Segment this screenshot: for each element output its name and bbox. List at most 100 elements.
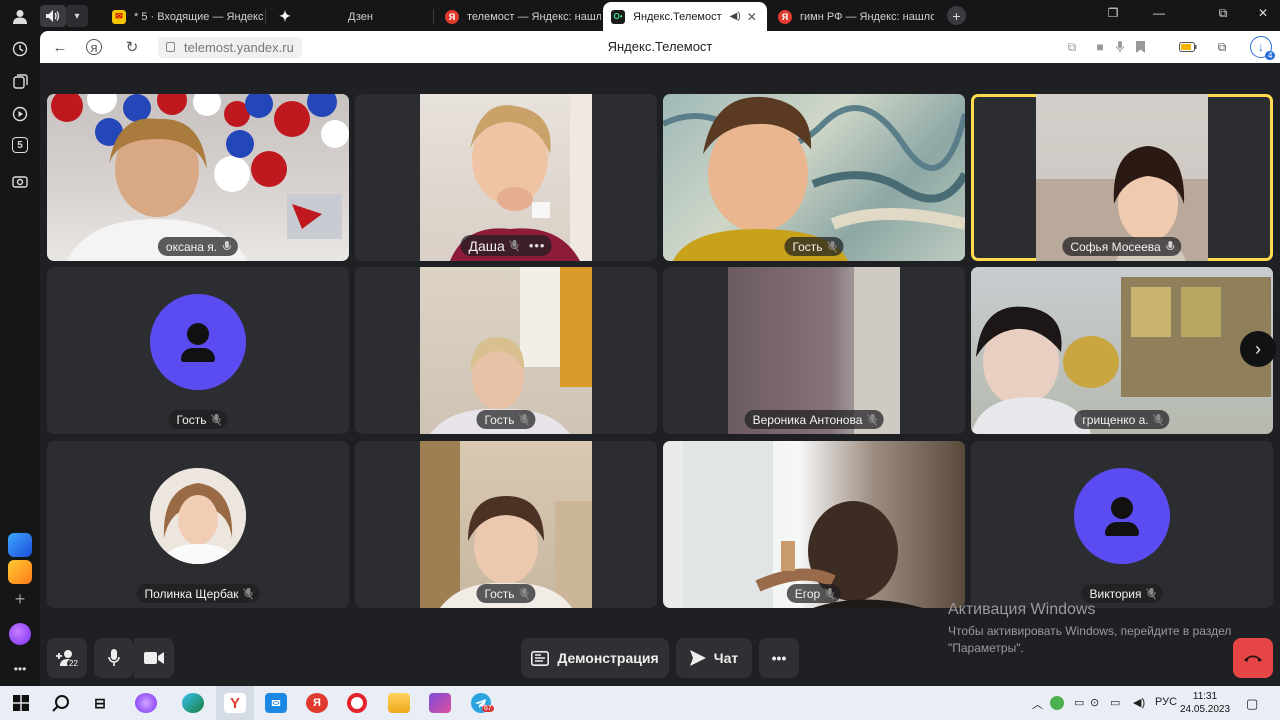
- alice-taskbar-icon[interactable]: [135, 693, 157, 713]
- edge-icon[interactable]: [182, 693, 204, 713]
- mail-taskbar-icon[interactable]: ✉: [265, 693, 287, 713]
- participant-name-label: Егор: [786, 584, 842, 603]
- back-icon[interactable]: ←: [50, 37, 70, 57]
- participant-name-label: Гость: [476, 410, 536, 429]
- participant-name-label: Гость: [168, 410, 228, 429]
- collections-icon[interactable]: [10, 71, 30, 91]
- participants-count-badge: 22: [67, 659, 80, 668]
- profile-photo: [150, 468, 246, 564]
- bookmark-icon[interactable]: [1132, 39, 1148, 55]
- profile-icon[interactable]: [8, 5, 32, 27]
- volume-icon[interactable]: ◀): [1133, 696, 1145, 709]
- participant-tile-speaking[interactable]: Софья Мосеева: [971, 94, 1273, 261]
- restore-icon[interactable]: ⧉: [1212, 6, 1234, 21]
- url-field[interactable]: telemost.yandex.ru: [158, 37, 302, 58]
- participant-tile[interactable]: Гость: [663, 94, 965, 261]
- sound-icon[interactable]: [40, 5, 66, 27]
- participant-tile[interactable]: Гость: [355, 267, 657, 434]
- add-app-icon[interactable]: +: [10, 589, 30, 609]
- participant-name-label: Гость: [476, 584, 536, 603]
- tab-telemost[interactable]: O• Яндекс.Телемост ◀) ✕: [603, 2, 767, 31]
- tab-zen[interactable]: ✦ Дзен: [270, 2, 434, 31]
- participant-tile[interactable]: Егор: [663, 441, 965, 608]
- media-app-icon[interactable]: [429, 693, 451, 713]
- minimize-icon[interactable]: —: [1148, 6, 1170, 20]
- participant-tile[interactable]: оксана я.: [47, 94, 349, 261]
- reload-icon[interactable]: ↻: [122, 37, 142, 57]
- participant-name-label: Даша •••: [460, 235, 552, 256]
- more-button[interactable]: •••: [759, 638, 799, 678]
- share-icon[interactable]: ⧉: [1064, 39, 1080, 55]
- system-clock[interactable]: 11:31 24.05.2023: [1180, 690, 1230, 716]
- battery-icon[interactable]: [1178, 39, 1198, 55]
- end-call-button[interactable]: [1233, 638, 1273, 678]
- history-icon[interactable]: [10, 39, 30, 59]
- url-text: telemost.yandex.ru: [184, 40, 294, 55]
- lock-icon: [166, 42, 175, 52]
- mic-permission-icon[interactable]: [1112, 39, 1128, 55]
- messenger-app-icon[interactable]: [8, 533, 32, 557]
- camera-permission-icon[interactable]: ■: [1092, 39, 1108, 55]
- network-icon[interactable]: ⊙: [1090, 696, 1099, 709]
- start-icon[interactable]: [10, 693, 32, 713]
- chat-button[interactable]: Чат: [676, 638, 752, 678]
- send-icon: [689, 650, 706, 666]
- new-tab-button[interactable]: +: [947, 6, 966, 25]
- tab-sound-icon[interactable]: ◀): [730, 11, 741, 22]
- mic-off-icon: [1146, 587, 1157, 600]
- extensions-icon[interactable]: ⧉: [1214, 39, 1230, 55]
- tab-search-anthem[interactable]: Я гимн РФ — Яндекс: нашлось: [770, 2, 934, 31]
- tab-manager-icon[interactable]: ❐: [1102, 6, 1124, 20]
- mic-off-icon: [1153, 413, 1164, 426]
- participant-more-icon[interactable]: •••: [529, 238, 546, 253]
- close-window-icon[interactable]: ✕: [1252, 6, 1274, 20]
- next-page-chevron-icon[interactable]: ›: [1240, 331, 1276, 367]
- yandex-home-icon[interactable]: я: [86, 39, 102, 55]
- address-bar: ← я ↻ telemost.yandex.ru Яндекс.Телемост…: [40, 31, 1280, 63]
- participant-tile[interactable]: Виктория: [971, 441, 1273, 608]
- language-indicator[interactable]: РУС: [1155, 696, 1177, 708]
- more-icon[interactable]: •••: [10, 659, 30, 679]
- participants-button[interactable]: [47, 638, 87, 678]
- participant-tile[interactable]: Даша •••: [355, 94, 657, 261]
- participant-tile[interactable]: Гость: [47, 267, 349, 434]
- hang-up-icon: [1244, 655, 1262, 662]
- participant-tile[interactable]: Вероника Антонова: [663, 267, 965, 434]
- camera-button[interactable]: [134, 638, 174, 678]
- participant-tile[interactable]: Полинка Щербак: [47, 441, 349, 608]
- notifications-icon[interactable]: ▢: [1246, 696, 1258, 712]
- mic-off-icon: [211, 413, 222, 426]
- browser-tab-strip: ▾ ✉ * 5 · Входящие — Яндекс Почта ✦ Дзен…: [0, 0, 1280, 31]
- search-icon[interactable]: [50, 693, 72, 713]
- tab-search-telemost[interactable]: Я телемост — Яндекс: нашлось: [437, 2, 601, 31]
- tab-title: телемост — Яндекс: нашлось: [467, 10, 601, 23]
- task-view-icon[interactable]: ⊟: [89, 693, 111, 713]
- mail-app-icon[interactable]: [8, 560, 32, 584]
- tray-overflow-chevron-icon[interactable]: ︿: [1032, 696, 1043, 712]
- tab-list-chevron-icon[interactable]: ▾: [66, 5, 88, 27]
- chat-label: Чат: [713, 650, 739, 666]
- mic-off-icon: [243, 587, 254, 600]
- participant-name: Гость: [484, 412, 515, 427]
- telegram-badge: 67: [482, 705, 494, 712]
- participant-name: Гость: [792, 239, 823, 254]
- file-explorer-icon[interactable]: [388, 693, 410, 713]
- opera-icon[interactable]: [347, 693, 367, 713]
- close-tab-icon[interactable]: ✕: [747, 10, 757, 24]
- participant-tile[interactable]: грищенко а.: [971, 267, 1273, 434]
- tab-mail[interactable]: ✉ * 5 · Входящие — Яндекс Почта: [104, 2, 266, 31]
- screen-share-button[interactable]: Демонстрация: [521, 638, 669, 678]
- person-icon-body: [181, 347, 215, 362]
- yandex-taskbar-icon[interactable]: Я: [306, 693, 328, 713]
- tabs-count-icon[interactable]: 5: [12, 137, 28, 153]
- storage-icon[interactable]: ▭: [1074, 696, 1084, 709]
- microphone-button[interactable]: [94, 638, 134, 678]
- person-icon: [187, 322, 209, 345]
- play-icon[interactable]: [10, 104, 30, 124]
- battery-tray-icon[interactable]: ▭: [1110, 696, 1120, 709]
- yandex-browser-icon[interactable]: Y: [224, 693, 246, 713]
- participant-tile[interactable]: Гость: [355, 441, 657, 608]
- screenshot-icon[interactable]: [10, 171, 30, 191]
- alice-icon[interactable]: [9, 623, 31, 645]
- tray-app-icon[interactable]: [1050, 696, 1064, 710]
